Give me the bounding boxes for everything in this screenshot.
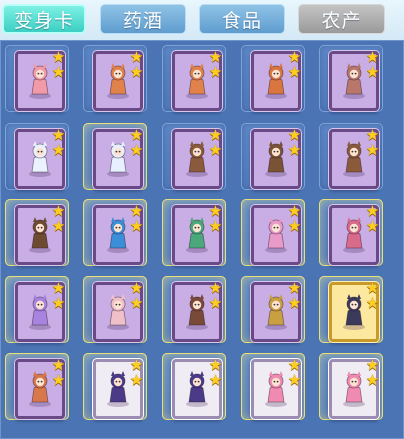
star-icon: ★ bbox=[287, 294, 302, 312]
star-icon: ★ bbox=[208, 63, 223, 81]
star-rating: ★ ★ bbox=[208, 281, 224, 311]
star-icon: ★ bbox=[129, 371, 144, 389]
star-rating: ★ ★ bbox=[287, 358, 303, 388]
star-icon: ★ bbox=[51, 63, 66, 81]
inventory-slot[interactable]: ★ ★ bbox=[83, 199, 147, 266]
inventory-slot[interactable]: ★ ★ bbox=[319, 45, 383, 112]
tab-bar: 变身卡 药酒 食品 农产 bbox=[0, 0, 404, 40]
inventory-slot[interactable]: ★ ★ bbox=[241, 45, 305, 112]
star-rating: ★ ★ bbox=[365, 358, 381, 388]
tab-food[interactable]: 食品 bbox=[199, 4, 285, 34]
star-icon: ★ bbox=[208, 371, 223, 389]
star-rating: ★ ★ bbox=[208, 204, 224, 234]
inventory-slot[interactable]: ★ ★ bbox=[162, 353, 226, 420]
star-rating: ★ ★ bbox=[51, 50, 67, 80]
star-rating: ★ ★ bbox=[365, 128, 381, 158]
star-rating: ★ ★ bbox=[365, 281, 381, 311]
star-rating: ★ ★ bbox=[287, 281, 303, 311]
star-icon: ★ bbox=[208, 294, 223, 312]
inventory-slot[interactable]: ★ ★ bbox=[162, 199, 226, 266]
star-icon: ★ bbox=[129, 217, 144, 235]
star-rating: ★ ★ bbox=[208, 128, 224, 158]
star-icon: ★ bbox=[365, 371, 380, 389]
star-icon: ★ bbox=[287, 217, 302, 235]
star-icon: ★ bbox=[51, 217, 66, 235]
star-rating: ★ ★ bbox=[51, 358, 67, 388]
inventory-slot[interactable]: ★ ★ bbox=[319, 353, 383, 420]
star-rating: ★ ★ bbox=[287, 128, 303, 158]
inventory-slot[interactable]: ★ ★ bbox=[83, 45, 147, 112]
inventory-slot[interactable]: ★ ★ bbox=[319, 123, 383, 190]
star-icon: ★ bbox=[365, 217, 380, 235]
star-rating: ★ ★ bbox=[365, 50, 381, 80]
inventory-slot[interactable]: ★ ★ bbox=[241, 353, 305, 420]
star-rating: ★ ★ bbox=[51, 204, 67, 234]
star-icon: ★ bbox=[51, 371, 66, 389]
star-rating: ★ ★ bbox=[51, 281, 67, 311]
star-rating: ★ ★ bbox=[287, 204, 303, 234]
star-rating: ★ ★ bbox=[365, 204, 381, 234]
inventory-slot[interactable]: ★ ★ bbox=[319, 199, 383, 266]
inventory-slot[interactable]: ★ ★ bbox=[162, 45, 226, 112]
star-icon: ★ bbox=[287, 63, 302, 81]
inventory-slot[interactable]: ★ ★ bbox=[83, 353, 147, 420]
star-rating: ★ ★ bbox=[129, 281, 145, 311]
inventory-slot[interactable]: ★ ★ bbox=[162, 276, 226, 343]
star-icon: ★ bbox=[208, 141, 223, 159]
inventory-slot[interactable]: ★ ★ bbox=[5, 45, 69, 112]
star-rating: ★ ★ bbox=[208, 358, 224, 388]
star-icon: ★ bbox=[129, 63, 144, 81]
inventory-slot[interactable]: ★ ★ bbox=[5, 123, 69, 190]
star-rating: ★ ★ bbox=[129, 204, 145, 234]
tab-transform-cards[interactable]: 变身卡 bbox=[2, 4, 86, 34]
tab-farm-produce[interactable]: 农产 bbox=[298, 4, 385, 34]
star-icon: ★ bbox=[287, 141, 302, 159]
inventory-slot[interactable]: ★ ★ bbox=[83, 123, 147, 190]
star-rating: ★ ★ bbox=[129, 358, 145, 388]
star-rating: ★ ★ bbox=[129, 50, 145, 80]
star-icon: ★ bbox=[365, 141, 380, 159]
inventory-slot[interactable]: ★ ★ bbox=[241, 276, 305, 343]
star-rating: ★ ★ bbox=[287, 50, 303, 80]
star-icon: ★ bbox=[208, 217, 223, 235]
inventory-slot[interactable]: ★ ★ bbox=[241, 123, 305, 190]
inventory-slot[interactable]: ★ ★ bbox=[83, 276, 147, 343]
star-rating: ★ ★ bbox=[51, 128, 67, 158]
star-icon: ★ bbox=[51, 141, 66, 159]
star-icon: ★ bbox=[287, 371, 302, 389]
star-rating: ★ ★ bbox=[208, 50, 224, 80]
inventory-slot[interactable]: ★ ★ bbox=[162, 123, 226, 190]
star-icon: ★ bbox=[129, 141, 144, 159]
star-icon: ★ bbox=[51, 294, 66, 312]
star-icon: ★ bbox=[365, 63, 380, 81]
tab-medicinal-wine[interactable]: 药酒 bbox=[100, 4, 186, 34]
inventory-grid: ★ ★ ★ ★ ★ ★ ★ ★ ★ ★ ★ ★ ★ ★ ★ ★ ★ ★ ★ ★ ★ ★ ★ ★ ★ ★ ★ ★ ★ ★ ★ ★ ★ ★ ★ ★ ★ ★ ★ ★… bbox=[0, 40, 404, 439]
inventory-slot[interactable]: ★ ★ bbox=[241, 199, 305, 266]
inventory-slot[interactable]: ★ ★ bbox=[319, 276, 383, 343]
star-icon: ★ bbox=[129, 294, 144, 312]
star-icon: ★ bbox=[365, 294, 380, 312]
star-rating: ★ ★ bbox=[129, 128, 145, 158]
inventory-slot[interactable]: ★ ★ bbox=[5, 276, 69, 343]
inventory-slot[interactable]: ★ ★ bbox=[5, 353, 69, 420]
inventory-slot[interactable]: ★ ★ bbox=[5, 199, 69, 266]
